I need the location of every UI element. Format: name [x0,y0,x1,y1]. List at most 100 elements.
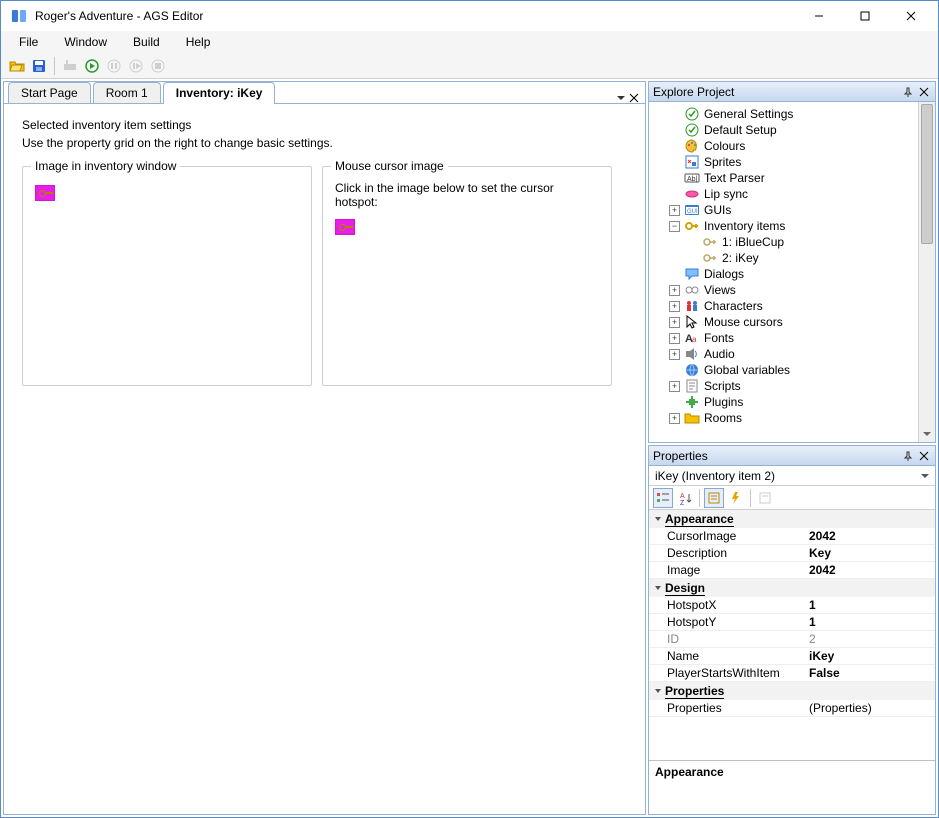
tree-node[interactable]: Plugins [649,394,918,410]
expand-icon[interactable]: − [669,221,680,232]
tab-start-page[interactable]: Start Page [8,82,91,103]
expand-icon[interactable]: + [669,285,680,296]
pause-button[interactable] [104,56,124,76]
property-extra-button[interactable] [755,488,775,508]
expand-icon[interactable]: + [669,205,680,216]
tree-label: Dialogs [704,267,744,281]
property-value[interactable]: 2 [809,632,935,646]
menubar: File Window Build Help [1,31,938,53]
tree-node[interactable]: Default Setup [649,122,918,138]
property-row[interactable]: PlayerStartsWithItemFalse [649,665,935,682]
tree-node[interactable]: General Settings [649,106,918,122]
close-button[interactable] [888,1,934,31]
property-value[interactable]: 1 [809,615,935,629]
property-category[interactable]: Properties [649,682,935,700]
abi-icon: Ab| [684,170,700,186]
tree-node[interactable]: +Views [649,282,918,298]
tab-room-1[interactable]: Room 1 [93,82,161,103]
property-row[interactable]: HotspotX1 [649,597,935,614]
tree-node[interactable]: + Characters [649,298,918,314]
tree-label: GUIs [704,203,731,217]
minimize-button[interactable] [796,1,842,31]
tree-node[interactable]: Colours [649,138,918,154]
tab-dropdown-icon[interactable] [617,94,625,102]
property-value[interactable]: 1 [809,598,935,612]
explorer-panel: Explore Project General SettingsDefault … [648,81,936,443]
events-button[interactable] [726,488,746,508]
tree-node[interactable]: +GUIGUIs [649,202,918,218]
expand-icon[interactable]: + [669,413,680,424]
cursor-image-preview[interactable] [335,219,355,235]
maximize-button[interactable] [842,1,888,31]
property-object-selector[interactable]: iKey (Inventory item 2) [649,466,935,486]
property-row[interactable]: HotspotY1 [649,614,935,631]
tree-node[interactable]: +Rooms [649,410,918,426]
property-row[interactable]: Image2042 [649,562,935,579]
tree-node[interactable]: +Mouse cursors [649,314,918,330]
tree-node[interactable]: Global variables [649,362,918,378]
property-value[interactable]: 2042 [809,529,935,543]
tree-node[interactable]: −Inventory items [649,218,918,234]
alphabetical-button[interactable]: AZ [675,488,695,508]
step-button[interactable] [126,56,146,76]
property-row[interactable]: Properties(Properties) [649,700,935,717]
expand-icon[interactable]: + [669,333,680,344]
property-key: Properties [649,701,809,715]
panel-close-icon[interactable] [917,85,931,99]
project-tree[interactable]: General SettingsDefault SetupColoursSpri… [649,102,918,442]
build-button[interactable] [60,56,80,76]
tree-node[interactable]: Lip sync [649,186,918,202]
property-row[interactable]: NameiKey [649,648,935,665]
property-key: Name [649,649,809,663]
property-row[interactable]: DescriptionKey [649,545,935,562]
property-category[interactable]: Appearance [649,510,935,528]
panel-close-icon[interactable] [917,449,931,463]
explorer-title: Explore Project [653,85,734,99]
tree-label: Characters [704,299,763,313]
menu-window[interactable]: Window [52,33,119,51]
property-value[interactable]: iKey [809,649,935,663]
property-row[interactable]: CursorImage2042 [649,528,935,545]
pin-icon[interactable] [901,85,915,99]
titlebar[interactable]: Roger's Adventure - AGS Editor [1,1,938,31]
expand-icon[interactable]: + [669,317,680,328]
property-value[interactable]: 2042 [809,563,935,577]
check-icon [684,122,700,138]
categorized-button[interactable] [653,488,673,508]
tree-node[interactable]: Ab|Text Parser [649,170,918,186]
tree-label: Sprites [704,155,741,169]
property-category[interactable]: Design [649,579,935,597]
run-button[interactable] [82,56,102,76]
menu-build[interactable]: Build [121,33,172,51]
expand-icon[interactable]: + [669,301,680,312]
tab-inventory-ikey[interactable]: Inventory: iKey [163,82,276,103]
expand-icon[interactable]: + [669,349,680,360]
tree-node[interactable]: 1: iBlueCup [649,234,918,250]
property-grid[interactable]: AppearanceCursorImage2042DescriptionKeyI… [649,510,935,760]
tree-node[interactable]: 2: iKey [649,250,918,266]
inventory-image-preview[interactable] [35,185,55,201]
scroll-down-icon[interactable] [919,425,935,442]
save-button[interactable] [29,56,49,76]
tab-close-icon[interactable] [629,93,639,103]
tree-node[interactable]: +AaFonts [649,330,918,346]
menu-file[interactable]: File [7,33,50,51]
tree-node[interactable]: +Audio [649,346,918,362]
open-button[interactable] [7,56,27,76]
property-value[interactable]: Key [809,546,935,560]
stop-button[interactable] [148,56,168,76]
tree-node[interactable]: +Scripts [649,378,918,394]
property-value[interactable]: (Properties) [809,701,935,715]
property-pages-button[interactable] [704,488,724,508]
property-row[interactable]: ID2 [649,631,935,648]
tree-node[interactable]: Sprites [649,154,918,170]
property-value[interactable]: False [809,666,935,680]
sprite-icon [684,154,700,170]
toolbar [1,53,938,79]
tree-node[interactable]: Dialogs [649,266,918,282]
tree-scrollbar[interactable] [918,102,935,442]
expand-icon[interactable]: + [669,381,680,392]
menu-help[interactable]: Help [174,33,223,51]
scroll-thumb[interactable] [921,104,933,244]
pin-icon[interactable] [901,449,915,463]
